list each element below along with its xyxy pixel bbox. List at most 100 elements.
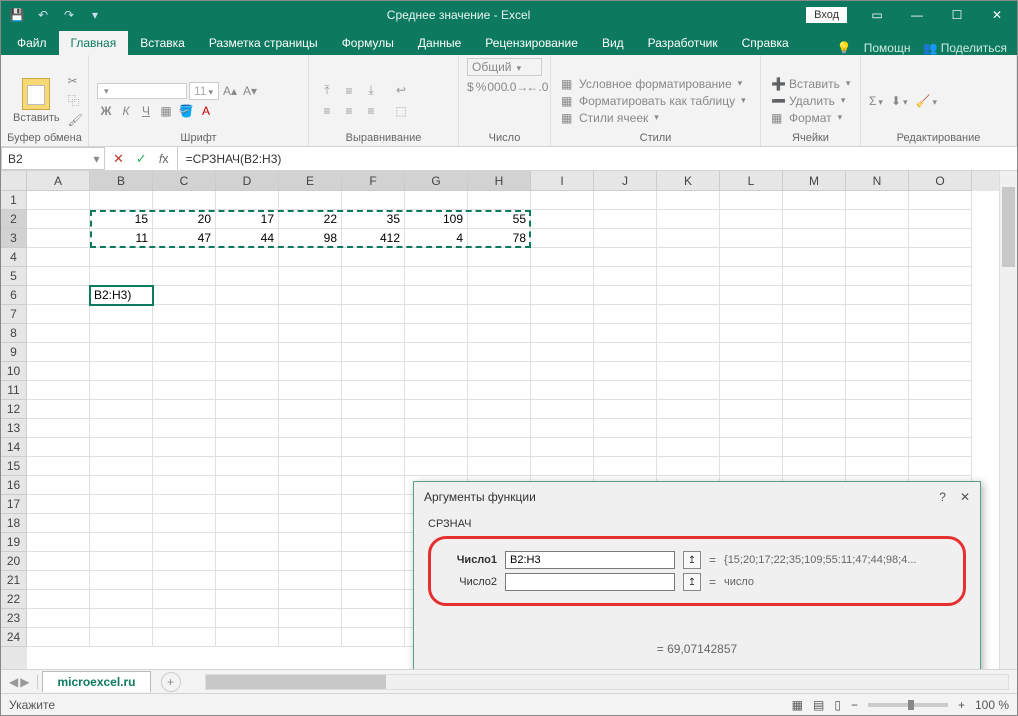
cell[interactable] bbox=[468, 419, 531, 438]
number-format-select[interactable]: Общий ▾ bbox=[467, 58, 542, 76]
cell[interactable] bbox=[405, 191, 468, 210]
cell[interactable] bbox=[405, 343, 468, 362]
cell[interactable] bbox=[216, 362, 279, 381]
cell[interactable] bbox=[216, 457, 279, 476]
cell[interactable] bbox=[216, 400, 279, 419]
cut-icon[interactable]: ✂ bbox=[68, 74, 83, 88]
font-family-select[interactable]: ▾ bbox=[97, 83, 187, 99]
cell[interactable] bbox=[90, 305, 153, 324]
cell[interactable] bbox=[216, 571, 279, 590]
redo-icon[interactable]: ↷ bbox=[59, 5, 79, 25]
cell[interactable] bbox=[783, 267, 846, 286]
fill-color-icon[interactable]: 🪣 bbox=[177, 102, 195, 120]
cell[interactable] bbox=[279, 305, 342, 324]
cell[interactable] bbox=[909, 305, 972, 324]
cell[interactable] bbox=[342, 400, 405, 419]
increase-decimal-icon[interactable]: .0→ bbox=[508, 78, 526, 96]
cell[interactable] bbox=[405, 267, 468, 286]
cell[interactable] bbox=[783, 210, 846, 229]
cell[interactable] bbox=[153, 514, 216, 533]
cell[interactable] bbox=[153, 267, 216, 286]
align-top-icon[interactable]: ⤒ bbox=[317, 82, 337, 100]
cell[interactable] bbox=[783, 286, 846, 305]
arg2-input[interactable] bbox=[505, 573, 675, 591]
row-header[interactable]: 9 bbox=[1, 343, 27, 362]
cell[interactable] bbox=[153, 343, 216, 362]
cell[interactable] bbox=[216, 419, 279, 438]
cell[interactable] bbox=[90, 419, 153, 438]
cell[interactable] bbox=[279, 438, 342, 457]
cell[interactable] bbox=[342, 438, 405, 457]
cell[interactable] bbox=[405, 362, 468, 381]
row-header[interactable]: 12 bbox=[1, 400, 27, 419]
cell[interactable] bbox=[27, 343, 90, 362]
cell[interactable] bbox=[216, 438, 279, 457]
cell[interactable] bbox=[342, 533, 405, 552]
cell[interactable] bbox=[279, 533, 342, 552]
column-header[interactable]: I bbox=[531, 171, 594, 191]
cell[interactable] bbox=[594, 457, 657, 476]
cancel-formula-icon[interactable]: ✕ bbox=[113, 151, 124, 167]
cell[interactable] bbox=[27, 419, 90, 438]
cell[interactable] bbox=[594, 248, 657, 267]
cell[interactable] bbox=[657, 343, 720, 362]
column-header[interactable]: L bbox=[720, 171, 783, 191]
formula-input[interactable]: =СРЗНАЧ(B2:H3) bbox=[178, 147, 1017, 170]
cell[interactable] bbox=[846, 362, 909, 381]
column-header[interactable]: B bbox=[90, 171, 153, 191]
zoom-slider[interactable] bbox=[868, 703, 948, 707]
name-box-dropdown[interactable]: ▾ bbox=[89, 147, 105, 170]
wrap-text-icon[interactable]: ↩ bbox=[391, 81, 411, 99]
cell[interactable] bbox=[27, 476, 90, 495]
row-header[interactable]: 8 bbox=[1, 324, 27, 343]
cell[interactable] bbox=[27, 229, 90, 248]
column-header[interactable]: A bbox=[27, 171, 90, 191]
cell[interactable] bbox=[720, 457, 783, 476]
share-button[interactable]: 👥 Поделиться bbox=[922, 41, 1007, 55]
column-header[interactable]: J bbox=[594, 171, 657, 191]
cell[interactable] bbox=[90, 457, 153, 476]
paste-button[interactable]: Вставить bbox=[9, 78, 64, 124]
tab-pagelayout[interactable]: Разметка страницы bbox=[197, 31, 330, 55]
cell[interactable] bbox=[27, 438, 90, 457]
cell[interactable] bbox=[27, 552, 90, 571]
cell[interactable] bbox=[153, 552, 216, 571]
cell[interactable] bbox=[846, 248, 909, 267]
cell[interactable] bbox=[279, 343, 342, 362]
dialog-close-icon[interactable]: ✕ bbox=[960, 490, 970, 504]
cell[interactable] bbox=[657, 457, 720, 476]
autosum-icon[interactable]: Σ▾ bbox=[869, 94, 883, 108]
cell[interactable] bbox=[909, 400, 972, 419]
align-right-icon[interactable]: ≡ bbox=[361, 102, 381, 120]
cell[interactable] bbox=[405, 400, 468, 419]
cell[interactable] bbox=[846, 210, 909, 229]
cell[interactable] bbox=[531, 248, 594, 267]
cell[interactable] bbox=[90, 400, 153, 419]
cell[interactable] bbox=[216, 248, 279, 267]
cell[interactable] bbox=[531, 438, 594, 457]
cell[interactable] bbox=[153, 191, 216, 210]
cell[interactable] bbox=[90, 438, 153, 457]
cell[interactable] bbox=[657, 191, 720, 210]
cell[interactable] bbox=[783, 419, 846, 438]
decrease-decimal-icon[interactable]: ←.0 bbox=[528, 78, 546, 96]
column-header[interactable]: N bbox=[846, 171, 909, 191]
cell[interactable] bbox=[531, 324, 594, 343]
name-box[interactable]: B2 bbox=[1, 147, 89, 170]
cell[interactable] bbox=[27, 267, 90, 286]
cell[interactable] bbox=[594, 438, 657, 457]
row-header[interactable]: 10 bbox=[1, 362, 27, 381]
percent-icon[interactable]: % bbox=[476, 78, 487, 96]
cell[interactable] bbox=[90, 609, 153, 628]
cell[interactable] bbox=[468, 267, 531, 286]
cell[interactable] bbox=[594, 343, 657, 362]
row-header[interactable]: 16 bbox=[1, 476, 27, 495]
align-left-icon[interactable]: ≡ bbox=[317, 102, 337, 120]
cell[interactable] bbox=[216, 191, 279, 210]
cell[interactable] bbox=[90, 381, 153, 400]
cell[interactable] bbox=[468, 191, 531, 210]
cell[interactable] bbox=[153, 419, 216, 438]
view-pagebreak-icon[interactable]: ▯ bbox=[834, 698, 841, 712]
cell[interactable] bbox=[531, 381, 594, 400]
align-bottom-icon[interactable]: ⤓ bbox=[361, 82, 381, 100]
